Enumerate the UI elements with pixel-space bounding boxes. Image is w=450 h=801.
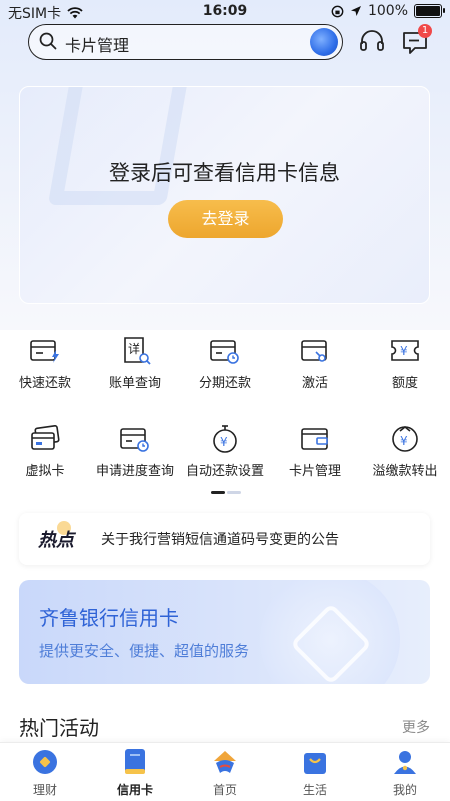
virtual-card-icon [31,425,60,450]
page-indicator [211,491,241,510]
card-clock-icon [210,340,239,364]
service-credit-limit[interactable]: ¥ 额度 [360,336,450,406]
service-label: 溢缴款转出 [372,464,438,479]
svg-text:¥: ¥ [400,434,408,448]
yen-timer-icon: ¥ [213,425,237,453]
tab-label: 首页 [212,783,237,797]
search-bar[interactable]: 卡片管理 [28,24,343,60]
customer-service-icon[interactable] [358,28,386,56]
tab-label: 生活 [302,783,327,797]
tab-bar: 理财 信用卡 首页 生活 我的 [0,742,450,801]
yen-transfer-icon: ¥ [392,425,418,452]
search-input[interactable]: 卡片管理 [65,32,129,56]
card-bolt-icon [30,340,59,363]
promo-banner[interactable]: 齐鲁银行信用卡 提供更安全、便捷、超值的服务 [19,580,430,684]
search-icon [39,32,57,50]
location-arrow-icon [350,6,361,16]
banner-subtitle: 提供更安全、便捷、超值的服务 [39,642,250,660]
service-bill-query[interactable]: 详 账单查询 [90,336,180,406]
service-label: 卡片管理 [288,464,341,479]
service-label: 激活 [301,376,328,391]
service-label: 自动还款设置 [185,464,264,479]
service-label: 账单查询 [108,376,161,391]
battery-icon [414,4,445,18]
bill-search-icon: 详 [124,337,151,365]
service-virtual-card[interactable]: 虚拟卡 [0,424,90,494]
card-progress-icon [120,428,149,452]
service-quick-repay[interactable]: 快速还款 [0,336,90,406]
tab-label: 理财 [32,783,57,797]
banner-title: 齐鲁银行信用卡 [39,606,179,630]
user-profile-icon [394,751,416,774]
tab-home[interactable]: 首页 [180,747,270,798]
tab-life[interactable]: 生活 [270,747,360,798]
orientation-lock-icon [331,5,344,17]
service-label: 额度 [391,376,418,391]
login-prompt-title: 登录后可查看信用卡信息 [109,161,340,185]
service-label: 快速还款 [18,376,71,391]
status-bar: 无SIM卡 16:09 100% [0,0,450,24]
wallet-icon [301,428,328,450]
service-card-management[interactable]: 卡片管理 [270,424,360,494]
tab-wealth[interactable]: 理财 [0,747,90,798]
service-auto-repay[interactable]: ¥ 自动还款设置 [180,424,270,494]
svg-text:¥: ¥ [400,344,408,358]
battery-percent: 100% [367,3,408,19]
credit-card-book-icon [125,749,145,774]
notification-badge: 1 [418,24,432,38]
svg-text:详: 详 [128,341,140,356]
card-activate-icon [301,340,327,362]
tab-credit-card[interactable]: 信用卡 [90,747,180,798]
login-card: 登录后可查看信用卡信息 去登录 [19,86,430,304]
tab-label: 我的 [392,783,417,797]
service-label: 申请进度查询 [95,464,174,479]
section-title: 热门活动 [19,716,99,740]
service-label: 虚拟卡 [25,464,65,479]
home-logo-icon [214,751,236,773]
wealth-coin-icon [33,750,57,774]
announcement-bar[interactable]: 热点 关于我行营销短信通道码号变更的公告 [19,513,430,565]
more-link[interactable]: 更多 [402,717,430,737]
card-decoration [47,87,191,205]
shopping-bag-icon [304,753,326,774]
yen-ticket-icon: ¥ [391,340,419,361]
announcement-text[interactable]: 关于我行营销短信通道码号变更的公告 [101,529,339,549]
service-label: 分期还款 [198,376,251,391]
tab-mine[interactable]: 我的 [360,747,450,798]
svg-text:¥: ¥ [220,435,228,449]
service-application-progress[interactable]: 申请进度查询 [90,424,180,494]
service-activate[interactable]: 激活 [270,336,360,406]
assistant-logo-icon[interactable] [310,28,338,56]
tab-label: 信用卡 [116,783,153,797]
service-installment[interactable]: 分期还款 [180,336,270,406]
service-overpayment-transfer[interactable]: ¥ 溢缴款转出 [360,424,450,494]
login-button[interactable]: 去登录 [168,200,283,238]
hot-tag: 热点 [38,530,74,551]
